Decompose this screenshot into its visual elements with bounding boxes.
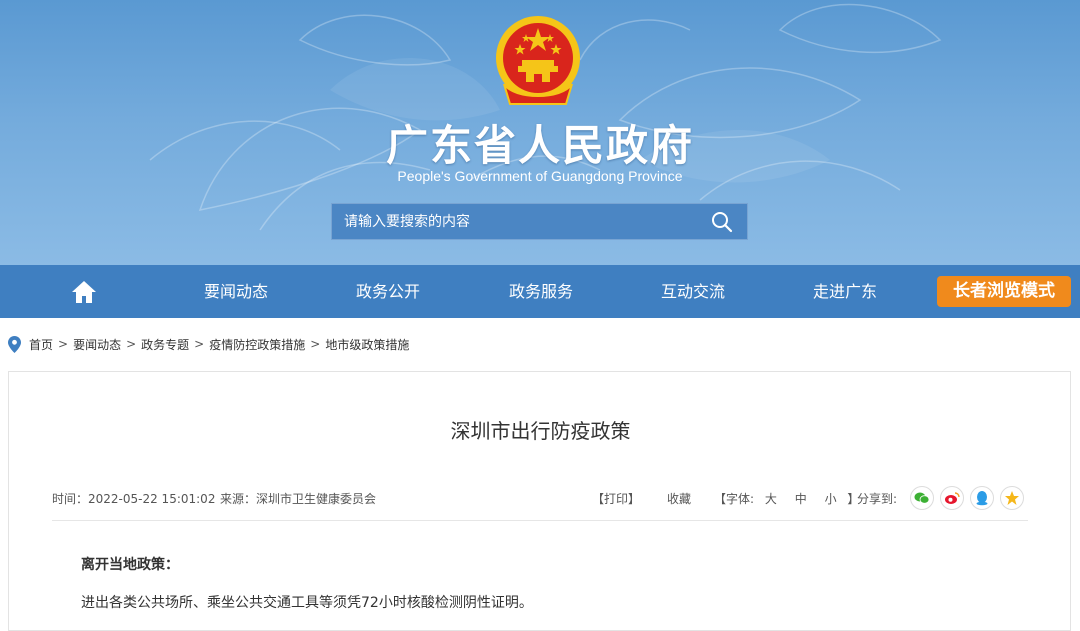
breadcrumb-home[interactable]: 首页: [29, 336, 53, 353]
font-size-label: 【字体:: [714, 492, 755, 506]
site-header: 广东省人民政府 People's Government of Guangdong…: [0, 0, 1080, 265]
weibo-glyph: [945, 492, 960, 504]
weibo-icon[interactable]: [940, 486, 964, 510]
print-link[interactable]: 【打印】: [592, 490, 640, 507]
article-title: 深圳市出行防疫政策: [450, 419, 631, 443]
nav-item-about-guangdong[interactable]: 走进广东: [785, 265, 905, 318]
nav-item-gov-affairs-open[interactable]: 政务公开: [328, 265, 448, 318]
section-heading: 离开当地政策：: [81, 557, 179, 573]
meta-divider: [52, 520, 1028, 521]
breadcrumb-separator: >: [126, 337, 137, 351]
breadcrumb-epidemic-policies[interactable]: 疫情防控政策措施: [209, 336, 305, 353]
breadcrumb-gov-topics[interactable]: 政务专题: [141, 336, 189, 353]
wechat-icon[interactable]: [910, 486, 934, 510]
breadcrumb-separator: >: [58, 337, 69, 351]
elder-mode-button[interactable]: 长者浏览模式: [937, 276, 1071, 307]
site-subtitle: People's Government of Guangdong Provinc…: [397, 168, 683, 184]
share-icons: [910, 486, 1024, 510]
article-container: 深圳市出行防疫政策 时间：2022-05-22 15:01:02 来源：深圳市卫…: [8, 371, 1071, 631]
wechat-glyph: [914, 492, 930, 504]
breadcrumb-news[interactable]: 要闻动态: [73, 336, 121, 353]
national-emblem-icon: [496, 16, 580, 105]
location-pin-icon: [8, 335, 21, 353]
breadcrumb: 首页 > 要闻动态 > 政务专题 > 疫情防控政策措施 > 地市级政策措施: [8, 334, 409, 354]
breadcrumb-city-policies[interactable]: 地市级政策措施: [325, 336, 409, 353]
nav-item-interaction[interactable]: 互动交流: [633, 265, 753, 318]
search-input[interactable]: [332, 204, 702, 239]
qq-glyph: [976, 491, 988, 506]
qq-icon[interactable]: [970, 486, 994, 510]
font-size-medium[interactable]: 中: [795, 492, 807, 506]
qzone-glyph: [1005, 491, 1019, 505]
favorite-link[interactable]: 收藏: [667, 490, 691, 507]
breadcrumb-separator: >: [310, 337, 321, 351]
qzone-icon[interactable]: [1000, 486, 1024, 510]
breadcrumb-separator: >: [194, 337, 205, 351]
article-source: 来源：深圳市卫生健康委员会: [220, 492, 377, 506]
publish-time: 时间：2022-05-22 15:01:02: [52, 492, 216, 506]
share-label: 分享到:: [857, 492, 898, 506]
search-icon[interactable]: [711, 211, 733, 233]
font-size-small[interactable]: 小: [825, 492, 837, 506]
site-title: 广东省人民政府: [385, 121, 694, 170]
main-nav: 要闻动态 政务公开 政务服务 互动交流 走进广东: [0, 265, 1080, 318]
search-box: [331, 203, 748, 240]
font-size-large[interactable]: 大: [765, 492, 777, 506]
nav-item-news[interactable]: 要闻动态: [176, 265, 296, 318]
article-paragraph: 进出各类公共场所、乘坐公共交通工具等须凭72小时核酸检测阴性证明。: [81, 595, 533, 611]
font-size-control: 【字体: 大 中 小 】: [714, 490, 859, 507]
nav-item-gov-services[interactable]: 政务服务: [481, 265, 601, 318]
home-icon[interactable]: [70, 279, 98, 305]
